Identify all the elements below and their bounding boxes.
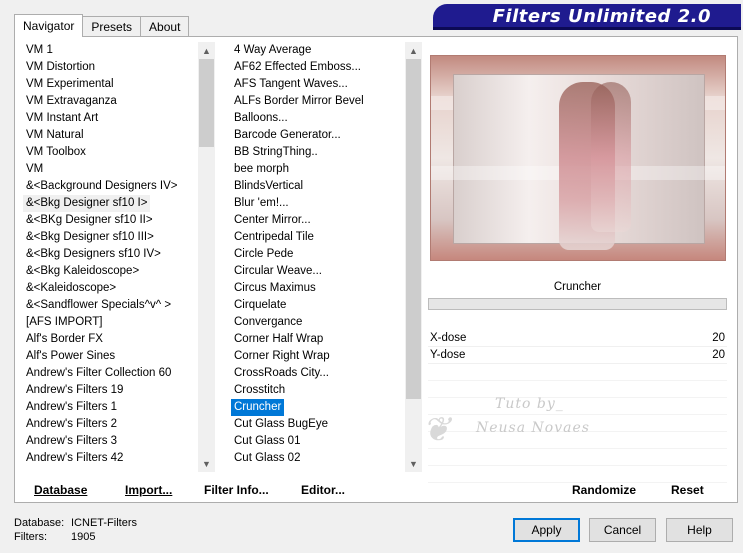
- scroll-up-icon[interactable]: ▲: [405, 42, 422, 59]
- list-item[interactable]: Andrew's Filter Collection 60: [23, 365, 195, 382]
- list-item[interactable]: Blur 'em!...: [231, 195, 403, 212]
- list-item[interactable]: &<Sandflower Specials^v^ >: [23, 297, 195, 314]
- list-item[interactable]: Andrew's Filters 2: [23, 416, 195, 433]
- tab-navigator[interactable]: Navigator: [14, 14, 84, 37]
- list-item[interactable]: Convergance: [231, 314, 403, 331]
- watermark-line1: Tuto by_: [495, 396, 564, 412]
- app-banner: Filters Unlimited 2.0: [433, 4, 741, 30]
- list-item[interactable]: &<Bkg Kaleidoscope>: [23, 263, 195, 280]
- list-item[interactable]: VM Extravaganza: [23, 93, 195, 110]
- list-item[interactable]: Cut Glass 02: [231, 450, 403, 467]
- filter-info-button[interactable]: Filter Info...: [204, 481, 269, 499]
- list-item[interactable]: &<Background Designers IV>: [23, 178, 195, 195]
- list-item[interactable]: Cirquelate: [231, 297, 403, 314]
- scroll-thumb[interactable]: [406, 59, 421, 399]
- list-item[interactable]: Centripedal Tile: [231, 229, 403, 246]
- list-item[interactable]: Alf's Border FX: [23, 331, 195, 348]
- list-item[interactable]: Andrew's Filters 19: [23, 382, 195, 399]
- list-item[interactable]: Andrew's Filters 1: [23, 399, 195, 416]
- list-item[interactable]: Alf's Power Sines: [23, 348, 195, 365]
- cancel-button[interactable]: Cancel: [589, 518, 656, 542]
- list-item[interactable]: AFS Tangent Waves...: [231, 76, 403, 93]
- status-database: Database: ICNET-Filters: [14, 517, 137, 529]
- list-item[interactable]: &<Bkg Designers sf10 IV>: [23, 246, 195, 263]
- list-item[interactable]: CrossRoads City...: [231, 365, 403, 382]
- category-list[interactable]: VM 1 VM Distortion VM Experimental VM Extra…: [23, 42, 195, 472]
- empty-control-slot: [428, 364, 727, 381]
- list-item[interactable]: &<BKg Designer sf10 II>: [23, 212, 195, 229]
- list-item[interactable]: Andrew's Filters 42: [23, 450, 195, 467]
- control-value: 20: [712, 332, 725, 344]
- scroll-up-icon[interactable]: ▲: [198, 42, 215, 59]
- flourish-icon: ❦: [422, 410, 451, 450]
- control-label: X-dose: [430, 332, 467, 344]
- selected-filter-name: Cruncher: [553, 281, 602, 293]
- watermark: ❦ Tuto by_ Neusa Novaes: [420, 390, 620, 490]
- tab-presets[interactable]: Presets: [82, 16, 142, 36]
- list-item[interactable]: 4 Way Average: [231, 42, 403, 59]
- list-item[interactable]: Andrew's Filters 3: [23, 433, 195, 450]
- filter-list[interactable]: 4 Way Average AF62 Effected Emboss... AFS …: [231, 42, 403, 472]
- list-item[interactable]: VM Experimental: [23, 76, 195, 93]
- list-item[interactable]: VM 1: [23, 42, 195, 59]
- list-item[interactable]: VM: [23, 161, 195, 178]
- list-item[interactable]: bee morph: [231, 161, 403, 178]
- scroll-down-icon[interactable]: ▼: [198, 455, 215, 472]
- list-item[interactable]: &<Bkg Designer sf10 I>: [23, 195, 151, 212]
- tab-bar: Navigator Presets About: [14, 14, 190, 37]
- preview-image: [430, 55, 726, 261]
- control-y-dose[interactable]: Y-dose 20: [428, 347, 727, 364]
- list-item[interactable]: Cruncher: [231, 399, 285, 416]
- help-button[interactable]: Help: [666, 518, 733, 542]
- list-item[interactable]: VM Natural: [23, 127, 195, 144]
- status-filters-label: Filters:: [14, 531, 47, 543]
- apply-button[interactable]: Apply: [513, 518, 580, 542]
- list-item[interactable]: BlindsVertical: [231, 178, 403, 195]
- app-title: Filters Unlimited 2.0: [492, 6, 711, 27]
- import-button[interactable]: Import...: [125, 481, 172, 499]
- list-item[interactable]: BB StringThing..: [231, 144, 403, 161]
- category-list-scrollbar[interactable]: ▲ ▼: [198, 42, 215, 472]
- reset-button[interactable]: Reset: [671, 481, 704, 499]
- database-button[interactable]: Database: [34, 481, 87, 499]
- control-value: 20: [712, 349, 725, 361]
- list-item[interactable]: Corner Half Wrap: [231, 331, 403, 348]
- list-item[interactable]: Barcode Generator...: [231, 127, 403, 144]
- list-item[interactable]: ALFs Border Mirror Bevel: [231, 93, 403, 110]
- list-item[interactable]: VM Instant Art: [23, 110, 195, 127]
- list-item[interactable]: Cut Glass BugEye: [231, 416, 403, 433]
- list-item[interactable]: Cut Glass 01: [231, 433, 403, 450]
- status-filters-value: 1905: [71, 531, 96, 543]
- list-item[interactable]: Circle Pede: [231, 246, 403, 263]
- control-x-dose[interactable]: X-dose 20: [428, 330, 727, 347]
- preview-figure: [591, 82, 631, 232]
- scroll-thumb[interactable]: [199, 59, 214, 147]
- status-filters: Filters: 1905: [14, 531, 95, 543]
- list-item[interactable]: Circus Maximus: [231, 280, 403, 297]
- editor-button[interactable]: Editor...: [301, 481, 345, 499]
- status-database-value: ICNET-Filters: [71, 517, 137, 529]
- list-item[interactable]: &<Kaleidoscope>: [23, 280, 195, 297]
- control-label: Y-dose: [430, 349, 466, 361]
- list-item[interactable]: VM Toolbox: [23, 144, 195, 161]
- list-item[interactable]: [AFS IMPORT]: [23, 314, 195, 331]
- progress-bar: [428, 298, 727, 310]
- tab-about[interactable]: About: [140, 16, 190, 36]
- list-item[interactable]: Center Mirror...: [231, 212, 403, 229]
- list-item[interactable]: Circular Weave...: [231, 263, 403, 280]
- randomize-button[interactable]: Randomize: [572, 481, 636, 499]
- list-item[interactable]: &<Bkg Designer sf10 III>: [23, 229, 195, 246]
- list-item[interactable]: Balloons...: [231, 110, 403, 127]
- watermark-line2: Neusa Novaes: [476, 420, 590, 436]
- list-item[interactable]: Corner Right Wrap: [231, 348, 403, 365]
- status-database-label: Database:: [14, 517, 65, 529]
- list-item[interactable]: Crosstitch: [231, 382, 403, 399]
- list-item[interactable]: VM Distortion: [23, 59, 195, 76]
- list-item[interactable]: AF62 Effected Emboss...: [231, 59, 403, 76]
